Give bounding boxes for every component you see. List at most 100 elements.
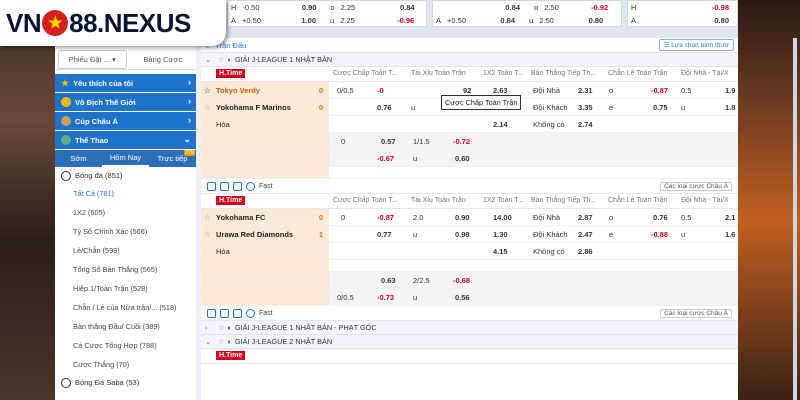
tab-early[interactable]: Sớm — [55, 150, 102, 167]
odds-label: u — [330, 16, 335, 25]
odds-value[interactable]: 0.75 — [653, 99, 668, 115]
stats-icon[interactable] — [207, 308, 216, 318]
odds-value[interactable]: 0.80 — [576, 16, 606, 25]
odds-value[interactable]: -0.68 — [453, 272, 470, 288]
sidebar-item-mix-parlay[interactable]: Cá Cược Tổng Hợp (788) — [55, 336, 196, 355]
clock-icon[interactable] — [246, 181, 255, 191]
odds-value[interactable]: 1.00 — [279, 16, 319, 25]
odds-value[interactable]: 2.1 — [725, 209, 735, 225]
odds-value[interactable]: 14.00 — [493, 209, 512, 225]
sidebar-item-asia-cup[interactable]: Cúp Châu Á › — [55, 112, 196, 131]
sidebar-item-1x2[interactable]: 1X2 (605) — [55, 203, 196, 222]
score: 0 — [318, 85, 323, 95]
odds-value[interactable]: 1.6 — [725, 226, 735, 242]
star-icon[interactable]: ☆ — [204, 230, 211, 239]
team-cell — [201, 167, 329, 178]
field-icon[interactable] — [233, 308, 242, 318]
odds-value[interactable]: 0.84 — [483, 3, 523, 12]
odds-value[interactable]: -0.67 — [377, 150, 394, 166]
odds-value[interactable]: 0.63 — [381, 272, 396, 288]
odds-value[interactable]: 0.90 — [455, 209, 470, 225]
sport-football[interactable]: Bóng đá (851) — [55, 167, 196, 184]
league-header[interactable]: ⌄ ☆ ◐ GIẢI J-LEAGUE 1 NHẬT BẢN — [201, 53, 738, 67]
odds-value[interactable]: 0.56 — [455, 289, 470, 305]
odds-value[interactable]: 0.60 — [455, 150, 470, 166]
field-icon[interactable] — [233, 181, 242, 191]
more-bets-button[interactable]: Các loại cược Châu Á — [660, 181, 732, 191]
sidebar-item-half-odd-even[interactable]: Chẵn / Lẻ của Nửa trận/... (518) — [55, 298, 196, 317]
odds-value[interactable]: 2.47 — [578, 226, 593, 242]
table-row: Hòa 4.15 Không có 2.86 — [201, 243, 738, 260]
odds-value[interactable]: 1.9 — [725, 82, 735, 98]
sport-saba-football[interactable]: Bóng Đá Saba (53) — [55, 374, 196, 391]
betting-app: H -0.50 0.90 o 2.25 0.84 A +0.50 1.00 u … — [55, 0, 797, 400]
tab-bet-slip[interactable]: Phiếu Đặt ... ▾ — [58, 50, 127, 69]
odds-value[interactable]: -0.88 — [651, 226, 668, 242]
tab-bet-list[interactable]: Bảng Cược — [130, 50, 197, 69]
odds-value[interactable]: -0.72 — [453, 133, 470, 149]
filter-button[interactable]: ☰ Lựa chọn bình thườ — [658, 39, 734, 51]
odds-value[interactable]: 0.77 — [377, 226, 392, 242]
star-icon[interactable]: ☆ — [204, 103, 211, 112]
odds-value[interactable]: -0.96 — [377, 16, 417, 25]
sidebar-item-world-cup[interactable]: Vô Địch Thế Giới › — [55, 93, 196, 112]
sidebar-item-half-full[interactable]: Hiệp 1/Toàn Trận (528) — [55, 279, 196, 298]
odds-value[interactable]: 0.84 — [478, 16, 518, 25]
table-row: 0 0.57 1/1.5 -0.72 — [201, 133, 738, 150]
chart-icon[interactable] — [220, 181, 229, 191]
league-header[interactable]: ⌄ ☆ ◐ GIẢI J-LEAGUE 2 NHẬT BẢN — [201, 335, 738, 349]
odds-value[interactable]: 2.87 — [578, 209, 593, 225]
fast-button[interactable]: Fast — [259, 183, 273, 190]
sidebar-item-first-last-goal[interactable]: Bàn thắng Đầu/ Cuối (389) — [55, 317, 196, 336]
star-icon[interactable]: ☆ — [218, 55, 225, 64]
odds-value[interactable]: 2.31 — [578, 82, 593, 98]
sidebar-item-favorites[interactable]: ★ Yêu thích của tôi › — [55, 74, 196, 93]
odds-value[interactable]: 2.14 — [493, 116, 508, 132]
odds-value[interactable]: 0.76 — [377, 99, 392, 115]
odds-value[interactable]: -0.98 — [709, 3, 737, 12]
odds-value[interactable]: -0.92 — [581, 3, 611, 12]
star-icon[interactable]: ☆ — [218, 323, 225, 332]
odds-value[interactable]: 0.80 — [711, 16, 737, 25]
odds-label: e — [609, 102, 614, 112]
draw-label: Hòa — [216, 119, 230, 129]
tab-today[interactable]: Hôm Nay — [102, 150, 149, 167]
tab-live[interactable]: Trực tiếp 279 — [149, 150, 196, 167]
odds-value[interactable]: 0.76 — [653, 209, 668, 225]
team-cell — [201, 260, 329, 271]
odds-label: o — [609, 212, 614, 222]
league-header[interactable]: › ☆ ◐ GIẢI J-LEAGUE 1 NHẬT BẢN - PHẠT GÓC — [201, 321, 738, 335]
star-icon[interactable]: ☆ — [204, 213, 211, 222]
sidebar-item-outright[interactable]: Cược Thắng (70) — [55, 355, 196, 374]
sidebar-item-odd-even[interactable]: Lẻ/Chẵn (598) — [55, 241, 196, 260]
odds-value[interactable]: -0.87 — [377, 209, 394, 225]
site-logo[interactable]: VN ★ 88.NEXUS — [0, 0, 226, 46]
odds-value[interactable]: -0 — [377, 82, 384, 98]
odds-value[interactable]: 4.15 — [493, 243, 508, 259]
odds-value[interactable]: 1.30 — [493, 226, 508, 242]
odds-value[interactable]: 2.86 — [578, 243, 593, 259]
filter-icon: ☰ — [663, 42, 670, 49]
odds-value[interactable]: 0.57 — [381, 133, 396, 149]
odds-value[interactable]: 0.84 — [378, 3, 418, 12]
team-name: Yokohama F Marinos — [216, 102, 291, 112]
sidebar-item-sports[interactable]: Thể Thao ⌄ — [55, 131, 196, 150]
odds-value[interactable]: 1.8 — [725, 99, 735, 115]
odds-value[interactable]: 0.90 — [279, 3, 319, 12]
stats-icon[interactable] — [207, 181, 216, 191]
star-icon[interactable]: ☆ — [218, 337, 225, 346]
odds-value[interactable]: -0.87 — [651, 82, 668, 98]
odds-value[interactable]: -0.73 — [377, 289, 394, 305]
more-bets-button[interactable]: Các loại cược Châu Á — [660, 308, 732, 318]
sidebar-item-total-goals[interactable]: Tổng Số Bàn Thắng (565) — [55, 260, 196, 279]
chart-icon[interactable] — [220, 308, 229, 318]
star-icon[interactable]: ☆ — [204, 86, 211, 95]
sidebar-item-all[interactable]: Tất Cả (781) — [55, 184, 196, 203]
sidebar-item-correct-score[interactable]: Tỷ Số Chính Xác (566) — [55, 222, 196, 241]
odds-value[interactable]: 0.98 — [455, 226, 470, 242]
fast-button[interactable]: Fast — [259, 310, 273, 317]
clock-icon[interactable] — [246, 308, 255, 318]
odds-value[interactable]: 3.35 — [578, 99, 593, 115]
odds-value[interactable]: 2.74 — [578, 116, 593, 132]
scrollbar[interactable] — [793, 38, 797, 400]
